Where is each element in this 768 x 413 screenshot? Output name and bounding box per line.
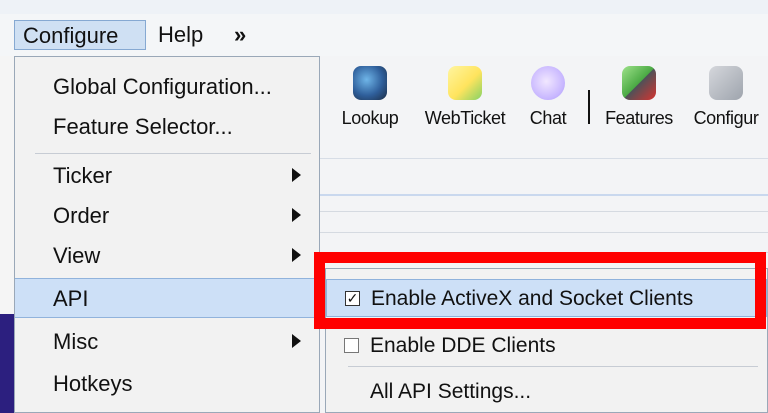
title-strip — [0, 0, 768, 15]
background-divider — [320, 211, 768, 212]
menu-divider — [35, 153, 311, 154]
toolbar: Lookup WebTicket Chat Features Configur — [320, 56, 768, 159]
submenu-divider — [348, 366, 758, 367]
toolbar-lookup[interactable]: Lookup — [338, 66, 402, 129]
toolbar-features[interactable]: Features — [602, 66, 676, 129]
menu-help[interactable]: Help — [150, 20, 220, 50]
toolbar-configure[interactable]: Configur — [684, 66, 768, 129]
chat-icon — [531, 66, 565, 100]
menu-item-label: Hotkeys — [53, 371, 133, 396]
submenu-item-label: Enable DDE Clients — [370, 334, 556, 357]
chevron-right-icon — [292, 208, 301, 222]
submenu-item-enable-dde[interactable]: Enable DDE Clients — [326, 327, 767, 365]
menubar: Configure Help » — [0, 14, 768, 57]
chevron-right-icon — [292, 334, 301, 348]
menu-item-api[interactable]: API — [15, 278, 319, 318]
chevron-right-icon — [292, 248, 301, 262]
menu-configure[interactable]: Configure — [14, 20, 146, 50]
chevron-right-icon — [292, 168, 301, 182]
submenu-item-all-api-settings[interactable]: All API Settings... — [326, 373, 767, 411]
menu-item-label: Global Configuration... — [53, 74, 272, 99]
menu-item-label: Misc — [53, 329, 99, 354]
menu-item-label: View — [53, 243, 101, 268]
menu-item-label: Ticker — [53, 163, 113, 188]
left-purple-panel — [0, 314, 14, 413]
toolbar-features-label: Features — [605, 108, 673, 128]
submenu-item-label: All API Settings... — [370, 380, 532, 403]
overflow-menu[interactable]: » — [226, 20, 260, 50]
background-divider — [320, 194, 768, 196]
toolbar-separator — [588, 90, 590, 124]
toolbar-chat-label: Chat — [529, 108, 567, 128]
toolbar-lookup-label: Lookup — [341, 108, 399, 128]
configure-dropdown: Global Configuration... Feature Selector… — [14, 56, 320, 413]
menu-help-label: Help — [158, 22, 204, 47]
toolbar-configure-label: Configur — [693, 108, 759, 128]
menu-item-label: API — [53, 286, 89, 311]
background-divider — [320, 232, 768, 233]
menu-item-order[interactable]: Order — [15, 196, 319, 236]
toolbar-webticket-label: WebTicket — [424, 108, 506, 128]
menu-item-global-configuration[interactable]: Global Configuration... — [15, 67, 319, 107]
menu-item-label: Feature Selector... — [53, 114, 233, 139]
menu-item-misc[interactable]: Misc — [15, 322, 319, 362]
checkbox-unchecked-icon — [344, 338, 359, 353]
toolbar-webticket[interactable]: WebTicket — [417, 66, 513, 129]
chevron-right-icon: » — [234, 22, 247, 47]
highlight-annotation — [314, 252, 766, 329]
toolbar-chat[interactable]: Chat — [524, 66, 572, 129]
menu-configure-label: Configure — [23, 23, 119, 48]
menu-item-view[interactable]: View — [15, 236, 319, 276]
menu-item-label: Order — [53, 203, 110, 228]
webticket-icon — [448, 66, 482, 100]
configure-icon — [709, 66, 743, 100]
lookup-icon — [353, 66, 387, 100]
menu-item-ticker[interactable]: Ticker — [15, 156, 319, 196]
menu-item-hotkeys[interactable]: Hotkeys — [15, 364, 319, 404]
features-icon — [622, 66, 656, 100]
menu-item-feature-selector[interactable]: Feature Selector... — [15, 107, 319, 147]
